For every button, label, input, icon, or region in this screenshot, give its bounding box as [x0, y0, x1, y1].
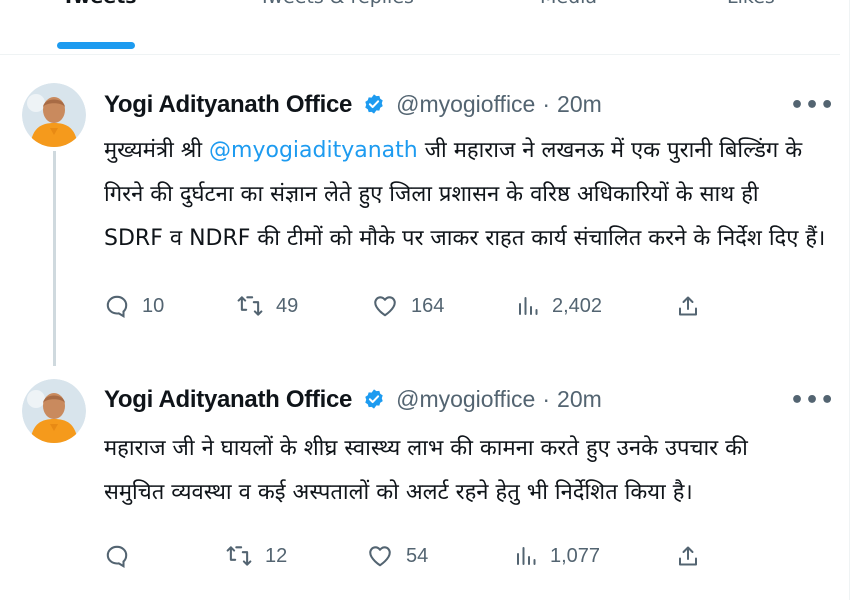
tab-tweets[interactable]: Tweets	[62, 0, 137, 8]
retweet-button[interactable]: 12	[225, 543, 287, 569]
share-icon	[679, 546, 697, 566]
more-icon[interactable]: •••	[790, 388, 835, 413]
author-handle[interactable]: @myogioffice	[396, 91, 535, 117]
tweet-text-line: समुचित व्यवस्था व कई अस्पतालों को अलर्ट …	[104, 480, 693, 505]
like-button[interactable]: 164	[371, 293, 444, 319]
tab-media[interactable]: Media	[540, 0, 597, 8]
share-button[interactable]	[676, 293, 700, 319]
tweet-header: Yogi Adityanath Office @myogioffice · 20…	[104, 384, 602, 419]
separator-dot: ·	[542, 91, 551, 117]
like-count: 164	[411, 294, 445, 317]
tweet-text-line: मुख्यमंत्री श्री @myogiadityanath जी महा…	[104, 138, 803, 163]
retweet-button[interactable]: 49	[236, 293, 298, 319]
like-icon	[369, 546, 391, 567]
author-handle[interactable]: @myogioffice	[396, 386, 535, 412]
retweet-count: 12	[265, 544, 288, 567]
active-tab-indicator	[57, 42, 135, 49]
author-name[interactable]: Yogi Adityanath Office	[104, 386, 352, 413]
avatar[interactable]	[22, 379, 86, 443]
tweet-time[interactable]: 20m	[557, 91, 602, 117]
tweet-text-line: महाराज जी ने घायलों के शीघ्र स्वास्थ्य ल…	[104, 436, 748, 461]
tweet[interactable]: Yogi Adityanath Office @myogioffice · 20…	[0, 365, 840, 600]
retweet-icon	[237, 296, 263, 316]
views-icon	[517, 547, 536, 565]
like-count: 54	[406, 544, 429, 567]
reply-button[interactable]: 10	[104, 293, 164, 319]
retweet-icon	[226, 546, 252, 566]
reply-icon	[106, 545, 128, 568]
separator-dot: ·	[542, 386, 551, 412]
reply-icon	[106, 295, 128, 318]
verified-badge-icon	[363, 388, 385, 419]
tweet-text-line: SDRF व NDRF की टीमों को मौके पर जाकर राह…	[104, 226, 826, 251]
tweet-text: महाराज जी ने घायलों के शीघ्र स्वास्थ्य ल…	[104, 427, 824, 515]
views-icon	[519, 297, 538, 315]
avatar[interactable]	[22, 83, 86, 147]
tab-likes[interactable]: Likes	[727, 0, 775, 8]
verified-badge-icon	[363, 93, 385, 124]
thread-line	[53, 151, 56, 366]
tab-tweets-and-replies[interactable]: Tweets & replies	[259, 0, 414, 8]
retweet-count: 49	[276, 294, 299, 317]
like-button[interactable]: 54	[366, 543, 428, 569]
tweet-header: Yogi Adityanath Office @myogioffice · 20…	[104, 89, 602, 124]
views-button[interactable]: 1,077	[514, 543, 600, 569]
profile-tabs: Tweets Tweets & replies Media Likes	[0, 0, 840, 55]
author-name[interactable]: Yogi Adityanath Office	[104, 91, 352, 118]
tweet-text-line: गिरने की दुर्घटना का संज्ञान लेते हुए जि…	[104, 182, 759, 207]
tweet-text: मुख्यमंत्री श्री @myogiadityanath जी महा…	[104, 129, 826, 261]
mention-link[interactable]: @myogiadityanath	[209, 138, 418, 163]
more-icon[interactable]: •••	[790, 93, 835, 118]
view-count: 1,077	[550, 544, 601, 567]
share-button[interactable]	[676, 543, 700, 569]
reply-count: 10	[142, 294, 165, 317]
views-button[interactable]: 2,402	[516, 293, 602, 319]
tweet[interactable]: Yogi Adityanath Office @myogioffice · 20…	[0, 55, 840, 366]
like-icon	[374, 296, 396, 317]
reply-button[interactable]	[104, 543, 142, 569]
tweet-time[interactable]: 20m	[557, 386, 602, 412]
share-icon	[679, 296, 697, 316]
view-count: 2,402	[552, 294, 603, 317]
